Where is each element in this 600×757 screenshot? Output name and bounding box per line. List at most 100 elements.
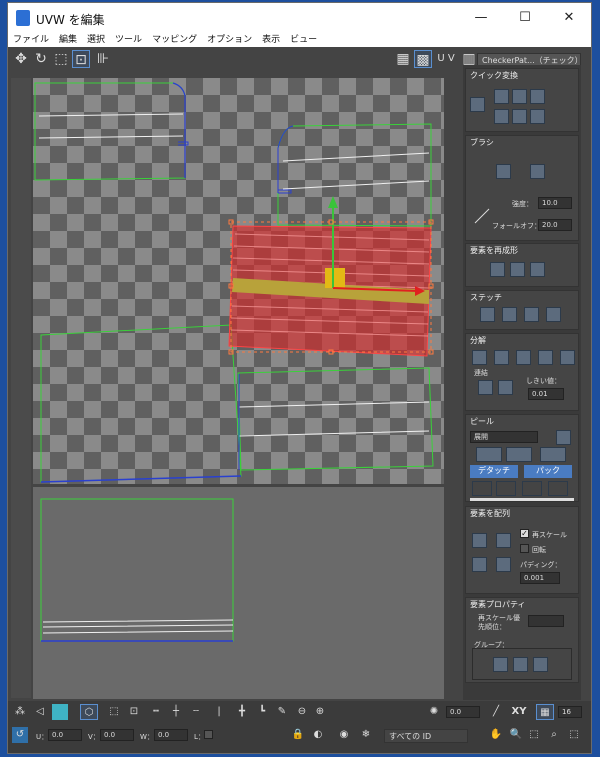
distribute-icon[interactable] <box>512 109 527 124</box>
uv-viewport[interactable] <box>33 78 444 484</box>
brush-title[interactable]: ブラシ <box>466 136 578 149</box>
falloff-input[interactable]: 20.0 <box>538 219 572 231</box>
rotate-ccw-icon[interactable] <box>530 89 545 104</box>
u-input[interactable]: 0.0 <box>48 729 82 741</box>
hide-icon[interactable]: ◐ <box>310 727 326 743</box>
freeze-icon[interactable]: ❄ <box>358 727 374 743</box>
stitch-average-icon[interactable] <box>502 307 517 322</box>
strength-input[interactable]: 10.0 <box>538 197 572 209</box>
unpin-edge-icon[interactable] <box>522 481 542 496</box>
space-icon[interactable] <box>512 89 527 104</box>
break-icon[interactable] <box>472 350 487 365</box>
arrange-title[interactable]: 要素を配列 <box>466 507 578 520</box>
threshold-input[interactable]: 0.01 <box>528 388 564 400</box>
minimize-button[interactable]: — <box>459 3 503 33</box>
element-properties-title[interactable]: 要素プロパティ <box>466 598 578 611</box>
brush-plus-icon[interactable]: ⊕ <box>312 704 328 720</box>
pack-normalize-icon[interactable] <box>472 557 487 572</box>
shrink-icon[interactable]: ┄ <box>188 704 204 720</box>
reshape-title[interactable]: 要素を再成形 <box>466 244 578 257</box>
weld-selected-icon[interactable] <box>478 380 493 395</box>
menu-options[interactable]: オプション <box>202 33 257 47</box>
close-button[interactable]: ✕ <box>547 3 591 33</box>
pack-custom-icon[interactable] <box>472 533 487 548</box>
ring-icon[interactable]: ┅ <box>148 704 164 720</box>
show-map-icon[interactable]: ▩ <box>414 50 432 68</box>
soft-select-icon[interactable]: ╋ <box>234 704 250 720</box>
paint-select-icon[interactable]: ✎ <box>274 704 290 720</box>
zoom-extents-icon[interactable]: ⌕ <box>546 727 562 743</box>
menu-select[interactable]: 選択 <box>82 33 110 47</box>
priority-input[interactable] <box>528 615 564 627</box>
quick-transform-title[interactable]: クイック変換 <box>466 69 578 82</box>
scale-icon[interactable]: ⬚ <box>52 50 70 68</box>
menu-tools[interactable]: ツール <box>110 33 147 47</box>
zoom-selected-icon[interactable]: ⬚ <box>566 727 582 743</box>
move-icon[interactable]: ✥ <box>12 50 30 68</box>
angle-icon[interactable]: ✺ <box>426 704 442 720</box>
menu-edit[interactable]: 編集 <box>54 33 82 47</box>
stitch-target-icon[interactable] <box>524 307 539 322</box>
link-icon[interactable]: ↺ <box>12 727 28 743</box>
group-remove-icon[interactable] <box>513 657 528 672</box>
rotate-checkbox[interactable] <box>520 544 529 553</box>
pin-all-icon[interactable] <box>496 481 516 496</box>
group-add-icon[interactable] <box>493 657 508 672</box>
peel-reset-icon[interactable] <box>556 430 571 445</box>
pack-together-icon[interactable] <box>496 533 511 548</box>
grid-size-input[interactable]: 16 <box>558 706 582 718</box>
align-icon[interactable] <box>470 97 485 112</box>
uv-toggle[interactable]: U V <box>434 50 458 68</box>
padding-input[interactable]: 0.001 <box>520 572 560 584</box>
align-horizontal-icon[interactable] <box>494 89 509 104</box>
group-select-icon[interactable] <box>533 657 548 672</box>
edge-mode-icon[interactable]: ◁ <box>32 704 48 720</box>
menu-mapping[interactable]: マッピング <box>147 33 202 47</box>
relax-brush-icon[interactable] <box>530 164 545 179</box>
menu-display[interactable]: 表示 <box>257 33 285 47</box>
loop-icon[interactable]: ┼ <box>168 704 184 720</box>
rotate-cw-icon[interactable] <box>530 109 545 124</box>
vertex-mode-icon[interactable]: ⁂ <box>12 704 28 720</box>
l-checkbox[interactable] <box>204 730 213 739</box>
left-scrollbar[interactable] <box>11 78 31 698</box>
straighten-icon[interactable] <box>490 262 505 277</box>
pack-button[interactable]: パック <box>524 465 572 478</box>
zoom-region-icon[interactable]: ⬚ <box>526 727 542 743</box>
pen-icon[interactable]: ╱ <box>488 704 504 720</box>
angle-input[interactable]: 0.0 <box>446 706 480 718</box>
peel-title[interactable]: ピール <box>466 415 578 428</box>
select-by-element-icon[interactable]: ⬚ <box>106 704 122 720</box>
mirror-icon[interactable]: ⊪ <box>94 50 112 68</box>
grow-selection-icon[interactable]: ⊡ <box>126 704 142 720</box>
peel-mode-select[interactable]: 展開 <box>470 431 538 443</box>
rotate-icon[interactable]: ↻ <box>32 50 50 68</box>
material-id-select[interactable]: すべての ID <box>384 729 468 743</box>
pin-edge-icon[interactable] <box>472 481 492 496</box>
peel-pin-icon[interactable] <box>476 447 502 462</box>
show-icon[interactable]: ◉ <box>336 727 352 743</box>
v-input[interactable]: 0.0 <box>100 729 134 741</box>
xy-toggle[interactable]: XY <box>508 704 530 720</box>
element-mode-icon[interactable]: ⬡ <box>80 704 98 720</box>
stitch-source-icon[interactable] <box>480 307 495 322</box>
peel-lscm-icon[interactable] <box>540 447 566 462</box>
menu-view[interactable]: ビュー <box>285 33 322 47</box>
detach-button[interactable]: デタッチ <box>470 465 518 478</box>
w-input[interactable]: 0.0 <box>154 729 188 741</box>
detach-edge-icon[interactable] <box>494 350 509 365</box>
peel-unpin-icon[interactable] <box>506 447 532 462</box>
polygon-mode-icon[interactable] <box>52 704 68 720</box>
freeform-icon[interactable]: ⊡ <box>72 50 90 68</box>
stitch-title[interactable]: ステッチ <box>466 291 578 304</box>
stack-icon[interactable] <box>494 109 509 124</box>
checker-split-icon[interactable] <box>538 350 553 365</box>
maximize-button[interactable]: ☐ <box>503 3 547 33</box>
grid-snap-icon[interactable]: ▦ <box>536 704 554 720</box>
pack-rescale-icon[interactable] <box>496 557 511 572</box>
brush-minus-icon[interactable]: ⊖ <box>294 704 310 720</box>
unpin-all-icon[interactable] <box>548 481 568 496</box>
uv-preview-viewport[interactable] <box>33 487 444 699</box>
weld-target-icon[interactable] <box>498 380 513 395</box>
pan-icon[interactable]: ✋ <box>488 727 504 743</box>
